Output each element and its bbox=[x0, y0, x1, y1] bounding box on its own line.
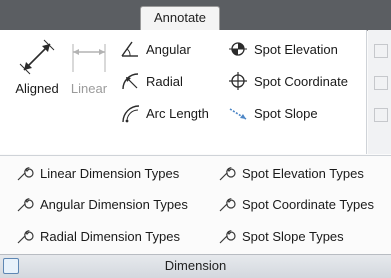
arc-length-button[interactable]: Arc Length bbox=[120, 102, 209, 124]
linear-dimension-types-button[interactable]: Linear Dimension Types bbox=[16, 162, 179, 184]
linear-dimension-types-label: Linear Dimension Types bbox=[40, 165, 180, 181]
spot-elevation-types-button[interactable]: Spot Elevation Types bbox=[218, 162, 364, 184]
spot-coordinate-button[interactable]: Spot Coordinate bbox=[228, 70, 348, 92]
wrench-icon bbox=[17, 166, 34, 181]
spot-slope-types-label: Spot Slope Types bbox=[242, 228, 344, 244]
spot-elevation-types-label: Spot Elevation Types bbox=[242, 165, 364, 181]
wrench-icon bbox=[17, 229, 34, 244]
tag-icon[interactable] bbox=[374, 108, 388, 122]
tag-icon[interactable] bbox=[374, 44, 388, 58]
wrench-icon bbox=[219, 229, 236, 244]
linear-label: Linear bbox=[70, 81, 108, 96]
panel-expand-icon[interactable] bbox=[3, 258, 19, 274]
arc-length-icon bbox=[122, 105, 140, 123]
spot-coordinate-types-button[interactable]: Spot Coordinate Types bbox=[218, 193, 374, 215]
spot-coordinate-types-label: Spot Coordinate Types bbox=[242, 196, 375, 212]
spot-coordinate-icon bbox=[229, 72, 247, 90]
angular-dimension-types-button[interactable]: Angular Dimension Types bbox=[16, 193, 188, 215]
radial-dimension-types-label: Radial Dimension Types bbox=[40, 228, 180, 244]
radial-label: Radial bbox=[146, 73, 183, 89]
wrench-icon bbox=[219, 197, 236, 212]
wrench-icon bbox=[219, 166, 236, 181]
radial-dimension-icon bbox=[122, 73, 139, 90]
wrench-icon bbox=[17, 197, 34, 212]
spot-slope-icon bbox=[229, 108, 247, 120]
linear-dimension-icon bbox=[72, 44, 106, 72]
radial-dimension-types-button[interactable]: Radial Dimension Types bbox=[16, 225, 180, 247]
linear-button[interactable]: Linear bbox=[64, 36, 114, 102]
tag-icon[interactable] bbox=[374, 76, 388, 90]
aligned-dimension-icon bbox=[19, 39, 55, 75]
spot-elevation-button[interactable]: Spot Elevation bbox=[228, 38, 338, 60]
spot-slope-button[interactable]: Spot Slope bbox=[228, 102, 318, 124]
angular-dimension-types-label: Angular Dimension Types bbox=[40, 196, 188, 212]
spot-elevation-label: Spot Elevation bbox=[254, 41, 338, 57]
spot-slope-types-button[interactable]: Spot Slope Types bbox=[218, 225, 344, 247]
spot-coordinate-label: Spot Coordinate bbox=[254, 73, 348, 89]
angular-dimension-icon bbox=[121, 41, 138, 57]
aligned-label: Aligned bbox=[15, 81, 59, 96]
spot-slope-label: Spot Slope bbox=[254, 105, 318, 121]
angular-label: Angular bbox=[146, 41, 191, 57]
angular-button[interactable]: Angular bbox=[120, 38, 191, 60]
panel-title: Dimension bbox=[164, 258, 227, 273]
panel-footer: Dimension bbox=[0, 254, 391, 278]
arc-length-label: Arc Length bbox=[146, 105, 209, 121]
spot-elevation-icon bbox=[229, 42, 247, 56]
tab-annotate[interactable]: Annotate bbox=[140, 6, 220, 31]
aligned-button[interactable]: Aligned bbox=[6, 36, 68, 102]
radial-button[interactable]: Radial bbox=[120, 70, 183, 92]
